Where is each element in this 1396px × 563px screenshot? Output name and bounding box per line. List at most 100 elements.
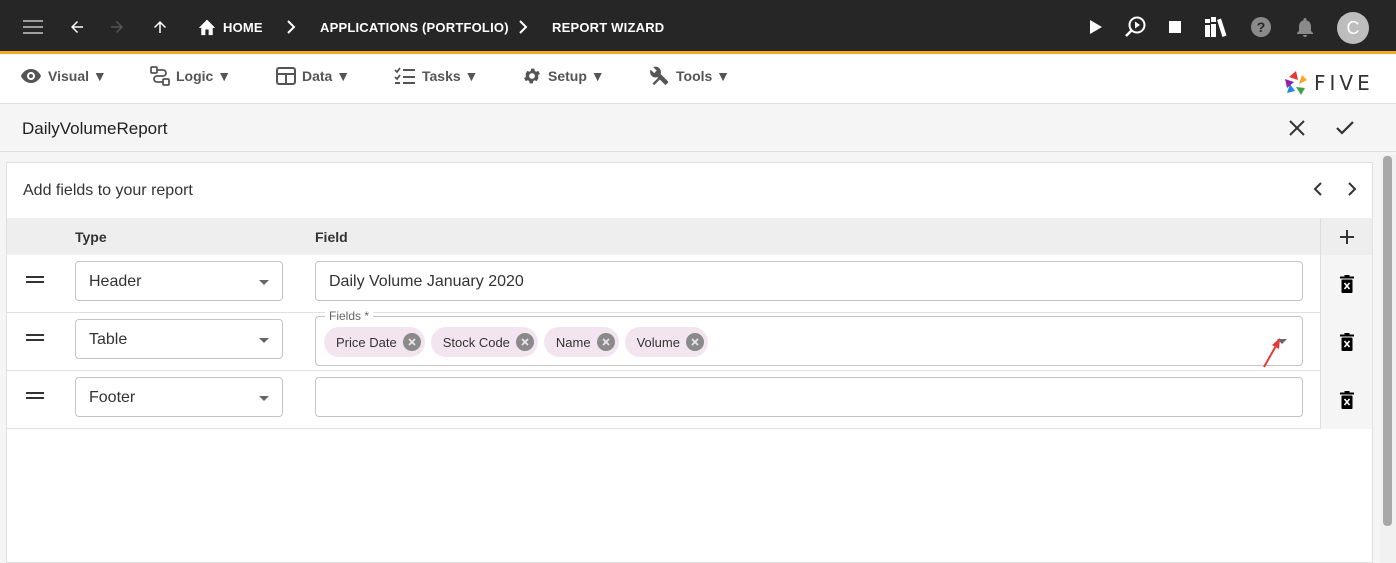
drag-handle-icon[interactable] [25, 389, 45, 403]
menu-visual-label: Visual ▼ [48, 68, 107, 84]
table-row: Table Fields * Price Date Stock Code Nam… [7, 309, 1372, 371]
top-app-bar: HOME APPLICATIONS (PORTFOLIO) REPORT WIZ… [0, 0, 1396, 54]
delete-icon [1339, 391, 1354, 409]
main-menu-bar: Visual ▼ Logic ▼ Data ▼ Tasks ▼ Setup ▼ … [0, 54, 1396, 104]
up-icon[interactable] [145, 12, 175, 42]
chip-volume: Volume [624, 327, 708, 357]
menu-logic[interactable]: Logic ▼ [150, 62, 231, 90]
type-select[interactable]: Header [75, 261, 283, 301]
five-logo-text: FIVE [1314, 71, 1374, 95]
form-header: DailyVolumeReport [0, 104, 1396, 152]
breadcrumb-report-wizard[interactable]: REPORT WIZARD [552, 20, 664, 35]
menu-logic-label: Logic ▼ [176, 68, 232, 84]
close-icon [1289, 120, 1305, 136]
chip-price-date: Price Date [324, 327, 425, 357]
run-icon[interactable] [1081, 12, 1111, 42]
breadcrumb-home[interactable]: HOME [223, 20, 263, 35]
cancel-button[interactable] [1284, 115, 1310, 141]
chevron-left-icon [1313, 182, 1322, 196]
annotation-arrow-icon [1263, 338, 1280, 368]
help-icon[interactable]: ? [1246, 12, 1276, 42]
wizard-card: Add fields to your report Type Field Hea… [6, 162, 1373, 563]
gear-icon [524, 68, 540, 84]
check-icon [1336, 121, 1354, 135]
column-header-field: Field [315, 229, 348, 245]
debug-icon[interactable] [1120, 12, 1150, 42]
add-row-button[interactable] [1320, 218, 1372, 255]
forward-icon[interactable] [102, 12, 132, 42]
menu-tasks[interactable]: Tasks ▼ [394, 62, 478, 90]
chevron-right-icon [276, 12, 306, 42]
chip-remove-icon[interactable] [515, 333, 534, 351]
delete-icon [1339, 333, 1354, 351]
library-icon[interactable] [1201, 12, 1231, 42]
chevron-right-icon [508, 12, 538, 42]
page-title: DailyVolumeReport [22, 119, 168, 138]
five-logo-icon [1285, 71, 1307, 95]
table-row: Footer [7, 371, 1372, 429]
field-input[interactable] [315, 377, 1303, 417]
menu-tools[interactable]: Tools ▼ [650, 62, 730, 90]
chip-label: Price Date [336, 334, 397, 350]
type-select-value: Footer [89, 389, 136, 406]
type-select-value: Table [89, 331, 128, 348]
table-icon [276, 67, 296, 85]
notifications-icon[interactable] [1290, 12, 1320, 42]
previous-step-button[interactable] [1306, 177, 1330, 201]
eye-icon [21, 69, 41, 83]
fields-multiselect[interactable]: Fields * Price Date Stock Code Name Volu… [315, 309, 1303, 366]
content-area: Add fields to your report Type Field Hea… [0, 152, 1396, 563]
delete-row-button[interactable] [1320, 313, 1372, 371]
tools-icon [650, 66, 669, 86]
svg-text:?: ? [1257, 19, 1266, 35]
chevron-right-icon [1348, 182, 1357, 196]
chip-label: Volume [636, 334, 680, 350]
column-header-type: Type [75, 229, 107, 245]
drag-handle-icon[interactable] [25, 331, 45, 345]
next-step-button[interactable] [1340, 177, 1364, 201]
menu-data[interactable]: Data ▼ [276, 62, 350, 90]
chip-remove-icon[interactable] [402, 333, 421, 351]
type-select[interactable]: Footer [75, 377, 283, 417]
menu-tasks-label: Tasks ▼ [422, 68, 479, 84]
type-select[interactable]: Table [75, 319, 283, 359]
chip-remove-icon[interactable] [685, 333, 704, 351]
delete-row-button[interactable] [1320, 255, 1372, 313]
chip-label: Stock Code [442, 334, 510, 350]
chip-label: Name [555, 334, 591, 350]
menu-visual[interactable]: Visual ▼ [20, 62, 107, 90]
scrollbar-thumb[interactable] [1383, 156, 1392, 526]
dropdown-arrow-icon [259, 396, 269, 401]
chip-name: Name [543, 327, 619, 357]
logic-icon [150, 66, 170, 86]
breadcrumb-applications[interactable]: APPLICATIONS (PORTFOLIO) [320, 20, 509, 35]
delete-icon [1339, 275, 1354, 293]
chip-remove-icon[interactable] [596, 333, 615, 351]
five-logo: FIVE [1284, 70, 1374, 96]
plus-icon [1339, 229, 1354, 244]
field-input[interactable]: Daily Volume January 2020 [315, 261, 1303, 301]
checklist-icon [394, 67, 415, 84]
drag-handle-icon[interactable] [25, 273, 45, 287]
field-input-value: Daily Volume January 2020 [329, 273, 524, 290]
menu-icon[interactable] [18, 12, 48, 42]
avatar[interactable]: C [1337, 12, 1369, 44]
dropdown-arrow-icon [259, 280, 269, 285]
menu-data-label: Data ▼ [302, 68, 351, 84]
delete-row-button[interactable] [1320, 371, 1372, 429]
home-icon[interactable] [192, 12, 222, 42]
step-title: Add fields to your report [23, 182, 193, 199]
fields-label: Fields * [325, 309, 374, 323]
chip-list: Price Date Stock Code Name Volume [324, 327, 708, 357]
table-header: Type Field [7, 218, 1320, 255]
menu-tools-label: Tools ▼ [676, 68, 731, 84]
type-select-value: Header [89, 273, 142, 290]
menu-setup[interactable]: Setup ▼ [522, 62, 605, 90]
menu-setup-label: Setup ▼ [548, 68, 605, 84]
back-icon[interactable] [62, 12, 92, 42]
dropdown-arrow-icon [259, 338, 269, 343]
stop-icon[interactable] [1160, 12, 1190, 42]
chip-stock-code: Stock Code [430, 327, 538, 357]
table-row: Header Daily Volume January 2020 [7, 255, 1372, 313]
confirm-button[interactable] [1332, 115, 1358, 141]
